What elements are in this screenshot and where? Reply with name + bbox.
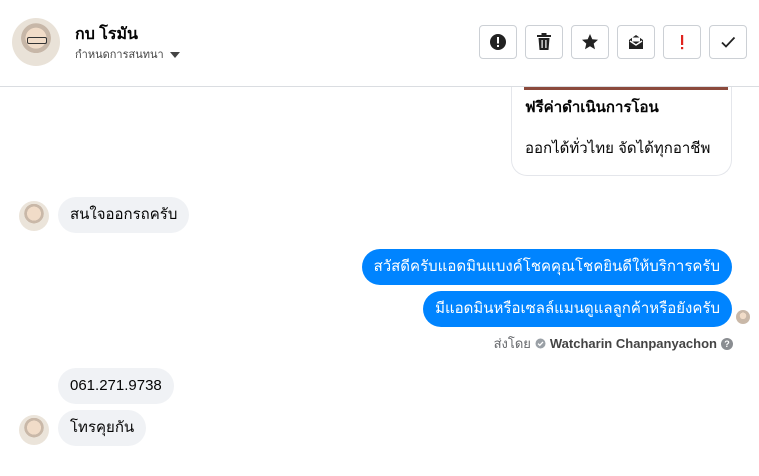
star-button[interactable] bbox=[571, 25, 609, 59]
message-outgoing[interactable]: สวัสดีครับแอดมินแบงค์โชคคุณโชคยินดีให้บร… bbox=[361, 249, 732, 285]
sender-name[interactable]: Watcharin Chanpanyachon bbox=[550, 336, 717, 351]
important-icon bbox=[681, 35, 684, 50]
contact-avatar[interactable] bbox=[12, 18, 60, 66]
seen-avatar bbox=[736, 310, 750, 324]
card-image bbox=[524, 87, 728, 90]
card-description: ออกได้ทั่วไทย จัดได้ทุกอาชีพ bbox=[525, 140, 711, 157]
sent-by-line: ส่งโดย Watcharin Chanpanyachon ? bbox=[494, 333, 733, 354]
alert-circle-icon bbox=[490, 34, 506, 50]
star-icon bbox=[582, 34, 598, 50]
mark-important-button[interactable] bbox=[663, 25, 701, 59]
delete-button[interactable] bbox=[525, 25, 563, 59]
sent-by-label: ส่งโดย bbox=[493, 336, 531, 351]
message-incoming[interactable]: 061.271.9738 bbox=[58, 368, 174, 404]
trash-icon bbox=[537, 33, 551, 50]
conversation-settings-dropdown[interactable]: กำหนดการสนทนา bbox=[75, 45, 180, 63]
report-spam-button[interactable] bbox=[479, 25, 517, 59]
help-icon[interactable]: ? bbox=[721, 337, 733, 350]
sender-avatar[interactable] bbox=[19, 415, 49, 445]
attachment-card[interactable]: ฟรีค่าดำเนินการโอน ออกได้ทั่วไทย จัดได้ท… bbox=[511, 87, 732, 176]
sender-avatar[interactable] bbox=[19, 201, 49, 231]
contact-name[interactable]: กบ โรมัน bbox=[75, 22, 138, 47]
mark-unread-icon bbox=[629, 35, 643, 49]
check-icon bbox=[721, 36, 736, 48]
message-outgoing[interactable]: มีแอดมินหรือเซลล์แมนดูแลลูกค้าหรือยังครั… bbox=[423, 291, 732, 327]
mark-unread-button[interactable] bbox=[617, 25, 655, 59]
mark-done-button[interactable] bbox=[709, 25, 747, 59]
caret-down-icon bbox=[169, 51, 180, 58]
conversation-settings-label: กำหนดการสนทนา bbox=[75, 49, 164, 61]
card-title: ฟรีค่าดำเนินการโอน bbox=[525, 99, 659, 116]
message-incoming[interactable]: สนใจออกรถครับ bbox=[58, 197, 190, 233]
action-toolbar bbox=[479, 25, 747, 59]
verified-icon bbox=[535, 338, 546, 349]
conversation-header: กบ โรมัน กำหนดการสนทนา bbox=[0, 0, 759, 87]
message-incoming[interactable]: โทรคุยกัน bbox=[58, 410, 147, 446]
